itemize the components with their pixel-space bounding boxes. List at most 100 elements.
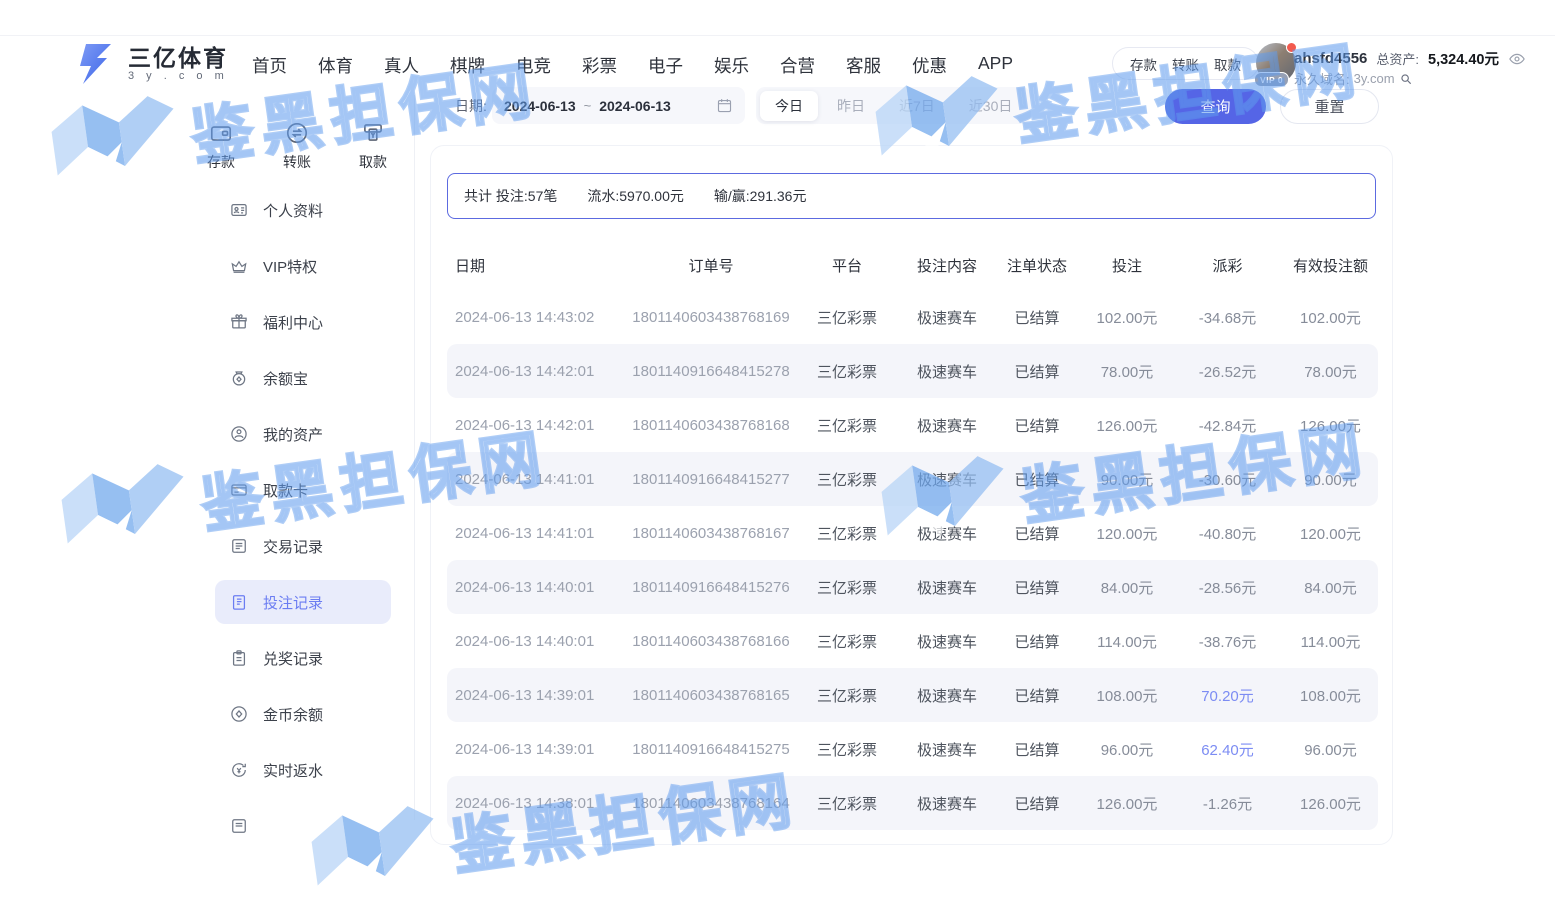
logo-title: 三亿体育 bbox=[128, 46, 228, 70]
cell-bet: 84.00元 bbox=[1082, 560, 1172, 614]
sidebar-item-10[interactable]: 金币余额 bbox=[215, 692, 391, 736]
coins-icon bbox=[229, 704, 249, 724]
reset-button[interactable]: 重置 bbox=[1280, 89, 1379, 124]
nav-item-8[interactable]: 娱乐 bbox=[714, 53, 749, 78]
table-row: 2024-06-13 14:38:011801140603438768164三亿… bbox=[447, 776, 1378, 830]
cell-platform: 三亿彩票 bbox=[792, 776, 902, 830]
cell-valid: 84.00元 bbox=[1283, 560, 1378, 614]
wallet-action-2[interactable]: 转账 bbox=[1172, 54, 1199, 74]
card-icon bbox=[229, 480, 249, 500]
cell-valid: 90.00元 bbox=[1283, 452, 1378, 506]
search-icon[interactable] bbox=[1399, 72, 1413, 86]
top-divider bbox=[0, 35, 1555, 36]
cell-date: 2024-06-13 14:39:01 bbox=[447, 722, 630, 776]
sidebar-item-label: 取款卡 bbox=[263, 480, 308, 501]
table-row: 2024-06-13 14:40:011801140916648415276三亿… bbox=[447, 560, 1378, 614]
query-button[interactable]: 查询 bbox=[1165, 89, 1266, 124]
cell-status: 已结算 bbox=[992, 722, 1082, 776]
user-info-row: ahsfd4556 总资产: 5,324.40元 bbox=[1294, 48, 1526, 69]
sidebar-divider bbox=[414, 95, 415, 820]
sidebar-item-6[interactable]: 取款卡 bbox=[215, 468, 391, 512]
range-chip-2[interactable]: 昨日 bbox=[822, 91, 880, 121]
logo-subtitle: 3 y . c o m bbox=[128, 70, 228, 83]
wallet-action-3[interactable]: 取款 bbox=[1214, 54, 1241, 74]
sidebar-item-8[interactable]: 投注记录 bbox=[215, 580, 391, 624]
summary-bar: 共计 投注:57笔 流水:5970.00元 输/赢:291.36元 bbox=[447, 173, 1376, 219]
redeem-icon bbox=[229, 648, 249, 668]
summary-total: 共计 投注:57笔 bbox=[464, 186, 557, 206]
date-to: 2024-06-13 bbox=[599, 98, 671, 114]
cell-platform: 三亿彩票 bbox=[792, 668, 902, 722]
cell-bet: 114.00元 bbox=[1082, 614, 1172, 668]
main-nav: 首页 体育 真人 棋牌 电竞 彩票 电子 娱乐 合营 客服 优惠 APP bbox=[252, 53, 1013, 78]
nav-item-11[interactable]: 优惠 bbox=[912, 53, 947, 78]
cell-status: 已结算 bbox=[992, 398, 1082, 452]
cell-valid: 126.00元 bbox=[1283, 398, 1378, 452]
sidebar-item-label: 投注记录 bbox=[263, 592, 323, 613]
vip-badge: VIP 0 bbox=[1254, 72, 1289, 87]
sidebar-item-1[interactable]: 个人资料 bbox=[215, 188, 391, 232]
cell-content: 极速赛车 bbox=[902, 614, 992, 668]
column-header: 有效投注额 bbox=[1283, 240, 1378, 290]
domain-label: 永久域名: bbox=[1294, 69, 1350, 88]
sidebar-item-11[interactable]: 实时返水 bbox=[215, 748, 391, 792]
nav-item-10[interactable]: 客服 bbox=[846, 53, 881, 78]
sidebar-item-label: 福利中心 bbox=[263, 312, 323, 333]
eye-icon[interactable] bbox=[1508, 50, 1526, 68]
table-body: 2024-06-13 14:43:021801140603438768169三亿… bbox=[447, 290, 1378, 830]
cell-platform: 三亿彩票 bbox=[792, 722, 902, 776]
nav-item-1[interactable]: 首页 bbox=[252, 53, 287, 78]
table-row: 2024-06-13 14:41:011801140603438768167三亿… bbox=[447, 506, 1378, 560]
sidebar-item-label: 实时返水 bbox=[263, 760, 323, 781]
range-chip-1[interactable]: 今日 bbox=[760, 91, 818, 121]
nav-item-6[interactable]: 彩票 bbox=[582, 53, 617, 78]
sidebar-item-12[interactable] bbox=[215, 804, 391, 848]
quick-action-label: 存款 bbox=[207, 152, 235, 172]
quick-action-2[interactable]: 转账 bbox=[283, 120, 311, 172]
calendar-icon[interactable] bbox=[716, 97, 733, 114]
cell-valid: 108.00元 bbox=[1283, 668, 1378, 722]
cell-platform: 三亿彩票 bbox=[792, 290, 902, 344]
sidebar-item-4[interactable]: 余额宝 bbox=[215, 356, 391, 400]
cell-platform: 三亿彩票 bbox=[792, 614, 902, 668]
cell-valid: 126.00元 bbox=[1283, 776, 1378, 830]
cell-payout: -38.76元 bbox=[1172, 614, 1283, 668]
sidebar-item-9[interactable]: 兑奖记录 bbox=[215, 636, 391, 680]
cell-payout: -1.26元 bbox=[1172, 776, 1283, 830]
quick-action-3[interactable]: 取款 bbox=[359, 120, 387, 172]
avatar[interactable]: VIP 0 bbox=[1256, 43, 1296, 83]
range-chip-3[interactable]: 近7日 bbox=[884, 91, 950, 121]
cell-platform: 三亿彩票 bbox=[792, 344, 902, 398]
cell-status: 已结算 bbox=[992, 506, 1082, 560]
range-chip-4[interactable]: 近30日 bbox=[954, 91, 1028, 121]
sidebar-item-3[interactable]: 福利中心 bbox=[215, 300, 391, 344]
transfer-icon bbox=[284, 120, 310, 146]
nav-item-7[interactable]: 电子 bbox=[648, 53, 683, 78]
nav-item-4[interactable]: 棋牌 bbox=[450, 53, 485, 78]
nav-item-2[interactable]: 体育 bbox=[318, 53, 353, 78]
nav-item-9[interactable]: 合营 bbox=[780, 53, 815, 78]
quick-action-1[interactable]: 存款 bbox=[207, 120, 235, 172]
wallet-action-1[interactable]: 存款 bbox=[1130, 54, 1157, 74]
assets-label: 总资产: bbox=[1376, 49, 1419, 68]
sidebar-item-7[interactable]: 交易记录 bbox=[215, 524, 391, 568]
transactions-icon bbox=[229, 536, 249, 556]
sidebar-item-5[interactable]: 我的资产 bbox=[215, 412, 391, 456]
column-header: 日期 bbox=[447, 240, 630, 290]
column-header: 平台 bbox=[792, 240, 902, 290]
cell-order: 1801140603438768164 bbox=[630, 776, 792, 830]
site-logo[interactable]: 三亿体育 3 y . c o m bbox=[75, 42, 228, 86]
sidebar-item-2[interactable]: VIP特权 bbox=[215, 244, 391, 288]
rebate-icon bbox=[229, 760, 249, 780]
cell-content: 极速赛车 bbox=[902, 776, 992, 830]
cell-valid: 78.00元 bbox=[1283, 344, 1378, 398]
cell-order: 1801140916648415277 bbox=[630, 452, 792, 506]
cell-status: 已结算 bbox=[992, 776, 1082, 830]
cell-order: 1801140916648415278 bbox=[630, 344, 792, 398]
cell-date: 2024-06-13 14:42:01 bbox=[447, 344, 630, 398]
date-range-input[interactable]: 2024-06-13 ~ 2024-06-13 bbox=[492, 87, 745, 124]
nav-item-12[interactable]: APP bbox=[978, 53, 1013, 78]
nav-item-3[interactable]: 真人 bbox=[384, 53, 419, 78]
column-header: 投注内容 bbox=[902, 240, 992, 290]
nav-item-5[interactable]: 电竞 bbox=[516, 53, 551, 78]
